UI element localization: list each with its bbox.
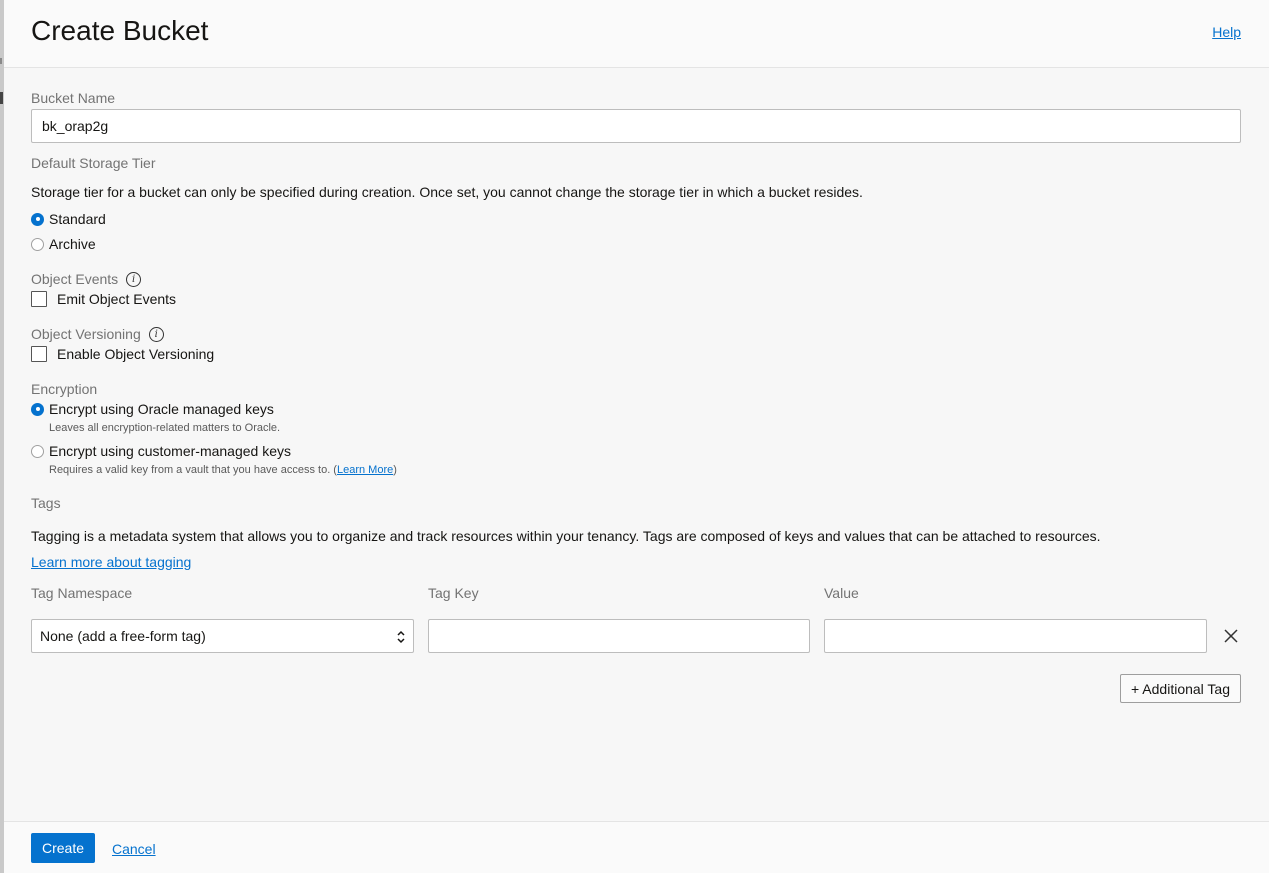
background-page-edge (0, 0, 4, 873)
enable-object-versioning-checkbox[interactable]: Enable Object Versioning (31, 346, 214, 362)
customer-keys-note: Requires a valid key from a vault that y… (49, 464, 397, 476)
radio-customer-managed-keys[interactable]: Encrypt using customer-managed keys (31, 443, 291, 459)
close-icon[interactable] (1223, 628, 1239, 644)
radio-label: Archive (49, 236, 96, 252)
object-versioning-label: Object Versioning i (31, 326, 164, 342)
tag-value-input[interactable] (824, 619, 1207, 653)
tag-value-header: Value (824, 585, 859, 601)
tag-namespace-select[interactable]: None (add a free-form tag) (31, 619, 414, 653)
help-link[interactable]: Help (1212, 24, 1241, 40)
encryption-label: Encryption (31, 381, 98, 397)
tag-namespace-header: Tag Namespace (31, 585, 133, 601)
radio-archive[interactable]: Archive (31, 236, 96, 252)
object-versioning-label-text: Object Versioning (31, 326, 141, 342)
tags-description: Tagging is a metadata system that allows… (31, 528, 1101, 544)
radio-label: Standard (49, 211, 106, 227)
storage-tier-description: Storage tier for a bucket can only be sp… (31, 184, 863, 200)
radio-label: Encrypt using customer-managed keys (49, 443, 291, 459)
checkbox-label: Emit Object Events (57, 291, 177, 307)
info-icon[interactable]: i (148, 326, 164, 342)
object-events-label-text: Object Events (31, 271, 119, 287)
tag-namespace-selected: None (add a free-form tag) (40, 628, 206, 644)
radio-indicator[interactable] (31, 212, 44, 226)
radio-standard[interactable]: Standard (31, 211, 106, 227)
panel-footer: Create Cancel (4, 821, 1269, 873)
learn-more-tagging-link[interactable]: Learn more about tagging (31, 554, 191, 570)
checkbox-box[interactable] (31, 291, 47, 307)
customer-keys-note-text: Requires a valid key from a vault that y… (49, 464, 337, 476)
create-bucket-panel: Create Bucket Help Bucket Name Default S… (0, 0, 1269, 873)
bucket-name-input[interactable] (31, 109, 1241, 143)
tags-label: Tags (31, 495, 61, 511)
learn-more-link[interactable]: Learn More (337, 464, 393, 476)
radio-label: Encrypt using Oracle managed keys (49, 401, 274, 417)
create-button[interactable]: Create (31, 833, 95, 863)
page-title: Create Bucket (31, 15, 209, 46)
checkbox-label: Enable Object Versioning (57, 346, 215, 362)
edge-mark (0, 92, 3, 104)
tag-key-input[interactable] (428, 619, 810, 653)
customer-keys-note-suffix: ) (393, 464, 397, 476)
panel-header: Create Bucket Help (4, 0, 1269, 68)
checkbox-box[interactable] (31, 346, 47, 362)
radio-indicator[interactable] (31, 402, 44, 416)
edge-mark (0, 58, 2, 64)
radio-indicator[interactable] (31, 444, 44, 458)
info-icon[interactable]: i (126, 271, 142, 287)
object-events-label: Object Events i (31, 271, 142, 287)
additional-tag-button[interactable]: + Additional Tag (1120, 674, 1241, 703)
radio-oracle-managed-keys[interactable]: Encrypt using Oracle managed keys (31, 401, 274, 417)
chevron-up-down-icon (397, 630, 405, 644)
oracle-keys-note: Leaves all encryption-related matters to… (49, 422, 281, 434)
cancel-link[interactable]: Cancel (112, 841, 156, 857)
storage-tier-label: Default Storage Tier (31, 155, 156, 171)
tag-key-header: Tag Key (428, 585, 479, 601)
radio-indicator[interactable] (31, 237, 44, 251)
emit-object-events-checkbox[interactable]: Emit Object Events (31, 291, 176, 307)
bucket-name-label: Bucket Name (31, 90, 116, 106)
